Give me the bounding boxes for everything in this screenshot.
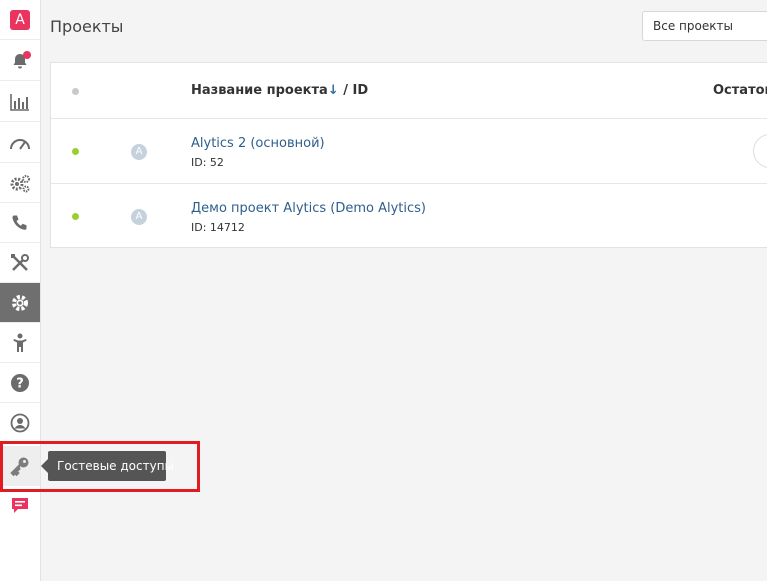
guest-access-tooltip: Гостевые доступы: [41, 451, 174, 481]
status-active-dot: [72, 148, 79, 155]
dashboard-button[interactable]: [0, 123, 40, 163]
project-id: ID: 14712: [191, 221, 245, 234]
table-row[interactable]: A Alytics 2 (основной) ID: 52: [51, 119, 767, 184]
logo[interactable]: A: [0, 0, 40, 40]
help-button[interactable]: ?: [0, 363, 40, 403]
bar-chart-icon: [10, 93, 30, 111]
avatar: A: [131, 144, 147, 160]
avatar: A: [131, 209, 147, 225]
profile-button[interactable]: [0, 403, 40, 443]
reports-button[interactable]: [0, 82, 40, 122]
tools-button[interactable]: [0, 243, 40, 283]
project-name-link[interactable]: Alytics 2 (основной): [191, 136, 325, 151]
status-header-dot: [72, 88, 79, 95]
table-header: Название проекта↓ / ID Остаток: [51, 63, 767, 119]
name-header-label: Название проекта: [191, 83, 328, 98]
key-icon: [9, 455, 31, 477]
sort-down-icon[interactable]: ↓: [328, 83, 339, 98]
chat-icon: [11, 497, 29, 515]
settings-icon: [10, 293, 30, 313]
help-icon: ?: [10, 373, 30, 393]
settings-button[interactable]: [0, 283, 40, 323]
notifications-button[interactable]: [0, 41, 40, 81]
balance-column-header[interactable]: Остаток: [713, 83, 767, 98]
tools-icon: [10, 253, 30, 273]
id-header-label: / ID: [338, 83, 369, 98]
project-id: ID: 52: [191, 156, 224, 169]
sidebar: A ?: [0, 0, 41, 581]
project-name-link[interactable]: Демо проект Alytics (Demo Alytics): [191, 201, 426, 216]
projects-table: Название проекта↓ / ID Остаток A Alytics…: [50, 62, 767, 248]
project-filter-select[interactable]: Все проекты: [642, 11, 767, 41]
svg-text:?: ?: [16, 376, 24, 391]
user-circle-icon: [10, 413, 30, 433]
status-active-dot: [72, 213, 79, 220]
logo-mark: A: [10, 9, 30, 30]
person-icon: [12, 333, 28, 353]
phone-icon: [11, 214, 29, 232]
speedometer-icon: [9, 135, 31, 151]
name-column-header[interactable]: Название проекта↓ / ID: [191, 83, 368, 98]
page-title: Проекты: [50, 17, 124, 36]
table-row[interactable]: A Демо проект Alytics (Demo Alytics) ID:…: [51, 184, 767, 249]
balance-circle-button[interactable]: [753, 134, 767, 168]
calls-button[interactable]: [0, 203, 40, 243]
integrations-button[interactable]: [0, 163, 40, 203]
users-button[interactable]: [0, 323, 40, 363]
notification-badge: [23, 51, 31, 59]
gears-icon: [9, 173, 31, 193]
chat-button[interactable]: [0, 486, 40, 526]
guest-access-button[interactable]: [0, 446, 40, 486]
